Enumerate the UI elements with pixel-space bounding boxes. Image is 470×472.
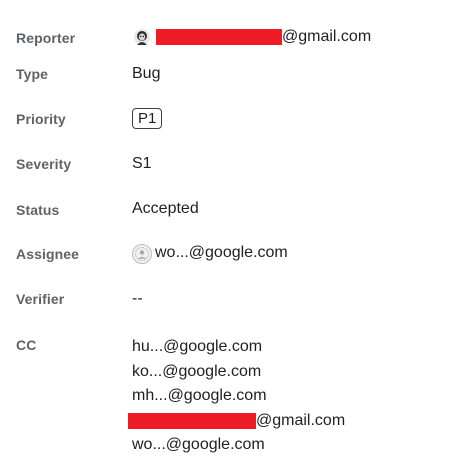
assignee-email: wo...@google.com <box>155 244 288 261</box>
verifier-label: Verifier <box>16 291 65 307</box>
severity-value[interactable]: S1 <box>132 155 152 173</box>
issue-metadata-panel: Reporter @gmail.com Type Bug Priority P1… <box>0 0 470 472</box>
cc-item-redacted[interactable]: @gmail.com <box>128 409 346 434</box>
verifier-value[interactable]: -- <box>132 290 143 308</box>
type-label: Type <box>16 66 49 82</box>
type-value[interactable]: Bug <box>132 65 160 83</box>
cc-item[interactable]: wo...@google.com <box>132 433 345 458</box>
assignee-avatar-icon <box>132 244 152 264</box>
priority-value[interactable]: P1 <box>132 108 163 129</box>
assignee-value[interactable]: wo...@google.com <box>132 244 288 264</box>
priority-chip[interactable]: P1 <box>132 108 163 129</box>
reporter-email-redaction <box>156 29 282 45</box>
cc-label: CC <box>16 337 37 353</box>
cc-email-suffix: @gmail.com <box>256 411 346 429</box>
reporter-label: Reporter <box>16 30 76 46</box>
reporter-email-suffix: @gmail.com <box>282 28 372 45</box>
reporter-value[interactable]: @gmail.com <box>132 28 371 46</box>
cc-email-redaction <box>128 412 256 429</box>
cc-item[interactable]: hu...@google.com <box>132 335 345 360</box>
cc-list: hu...@google.com ko...@google.com mh...@… <box>128 335 346 458</box>
status-value[interactable]: Accepted <box>132 200 199 218</box>
cc-item[interactable]: mh...@google.com <box>132 384 345 409</box>
cc-item[interactable]: ko...@google.com <box>132 360 345 385</box>
priority-label: Priority <box>16 111 66 127</box>
assignee-label: Assignee <box>16 246 80 262</box>
reporter-avatar-icon <box>134 29 150 45</box>
severity-label: Severity <box>16 156 72 172</box>
status-label: Status <box>16 202 60 218</box>
